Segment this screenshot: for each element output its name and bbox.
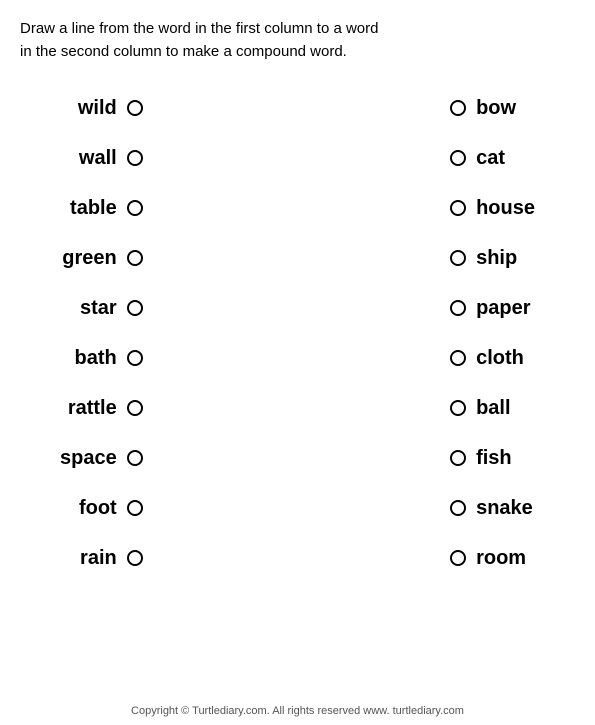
instruction-line1: Draw a line from the word in the first c… <box>20 20 378 37</box>
matching-area: wild wall table green star bath rattle <box>0 73 595 583</box>
left-word-9: foot <box>79 497 117 520</box>
right-circle-8[interactable] <box>450 450 466 466</box>
left-circle-3[interactable] <box>127 200 143 216</box>
left-row-9: foot <box>79 483 143 533</box>
left-circle-2[interactable] <box>127 150 143 166</box>
right-row-3: house <box>450 183 535 233</box>
right-row-1: bow <box>450 83 516 133</box>
left-word-1: wild <box>78 97 117 120</box>
right-circle-2[interactable] <box>450 150 466 166</box>
left-word-6: bath <box>75 347 117 370</box>
left-word-4: green <box>62 247 116 270</box>
left-circle-8[interactable] <box>127 450 143 466</box>
left-row-10: rain <box>80 533 143 583</box>
left-circle-7[interactable] <box>127 400 143 416</box>
right-circle-3[interactable] <box>450 200 466 216</box>
left-row-1: wild <box>78 83 143 133</box>
left-circle-4[interactable] <box>127 250 143 266</box>
left-word-7: rattle <box>68 397 117 420</box>
right-row-8: fish <box>450 433 512 483</box>
right-circle-6[interactable] <box>450 350 466 366</box>
left-word-10: rain <box>80 547 117 570</box>
left-circle-5[interactable] <box>127 300 143 316</box>
left-row-6: bath <box>75 333 143 383</box>
instruction-text: Draw a line from the word in the first c… <box>0 0 595 73</box>
left-word-5: star <box>80 297 117 320</box>
right-circle-5[interactable] <box>450 300 466 316</box>
left-column: wild wall table green star bath rattle <box>60 83 143 583</box>
right-column: bow cat house ship paper cloth ball fis <box>450 83 535 583</box>
right-word-7: ball <box>476 397 510 420</box>
right-row-5: paper <box>450 283 530 333</box>
right-row-2: cat <box>450 133 505 183</box>
right-word-9: snake <box>476 497 533 520</box>
right-circle-10[interactable] <box>450 550 466 566</box>
left-row-8: space <box>60 433 143 483</box>
right-word-10: room <box>476 547 526 570</box>
left-row-3: table <box>70 183 143 233</box>
right-circle-4[interactable] <box>450 250 466 266</box>
left-circle-6[interactable] <box>127 350 143 366</box>
left-row-4: green <box>62 233 142 283</box>
right-word-4: ship <box>476 247 517 270</box>
right-circle-7[interactable] <box>450 400 466 416</box>
left-circle-10[interactable] <box>127 550 143 566</box>
right-circle-1[interactable] <box>450 100 466 116</box>
left-row-7: rattle <box>68 383 143 433</box>
instruction-line2: in the second column to make a compound … <box>20 43 347 60</box>
left-word-2: wall <box>79 147 117 170</box>
left-row-5: star <box>80 283 143 333</box>
left-row-2: wall <box>79 133 143 183</box>
right-row-9: snake <box>450 483 533 533</box>
right-word-1: bow <box>476 97 516 120</box>
left-circle-9[interactable] <box>127 500 143 516</box>
right-row-7: ball <box>450 383 510 433</box>
right-circle-9[interactable] <box>450 500 466 516</box>
right-word-5: paper <box>476 297 530 320</box>
right-word-2: cat <box>476 147 505 170</box>
right-row-6: cloth <box>450 333 524 383</box>
left-word-8: space <box>60 447 117 470</box>
left-circle-1[interactable] <box>127 100 143 116</box>
right-row-4: ship <box>450 233 517 283</box>
right-word-3: house <box>476 197 535 220</box>
left-word-3: table <box>70 197 117 220</box>
footer-text: Copyright © Turtlediary.com. All rights … <box>0 705 595 717</box>
right-word-8: fish <box>476 447 512 470</box>
right-row-10: room <box>450 533 526 583</box>
right-word-6: cloth <box>476 347 524 370</box>
